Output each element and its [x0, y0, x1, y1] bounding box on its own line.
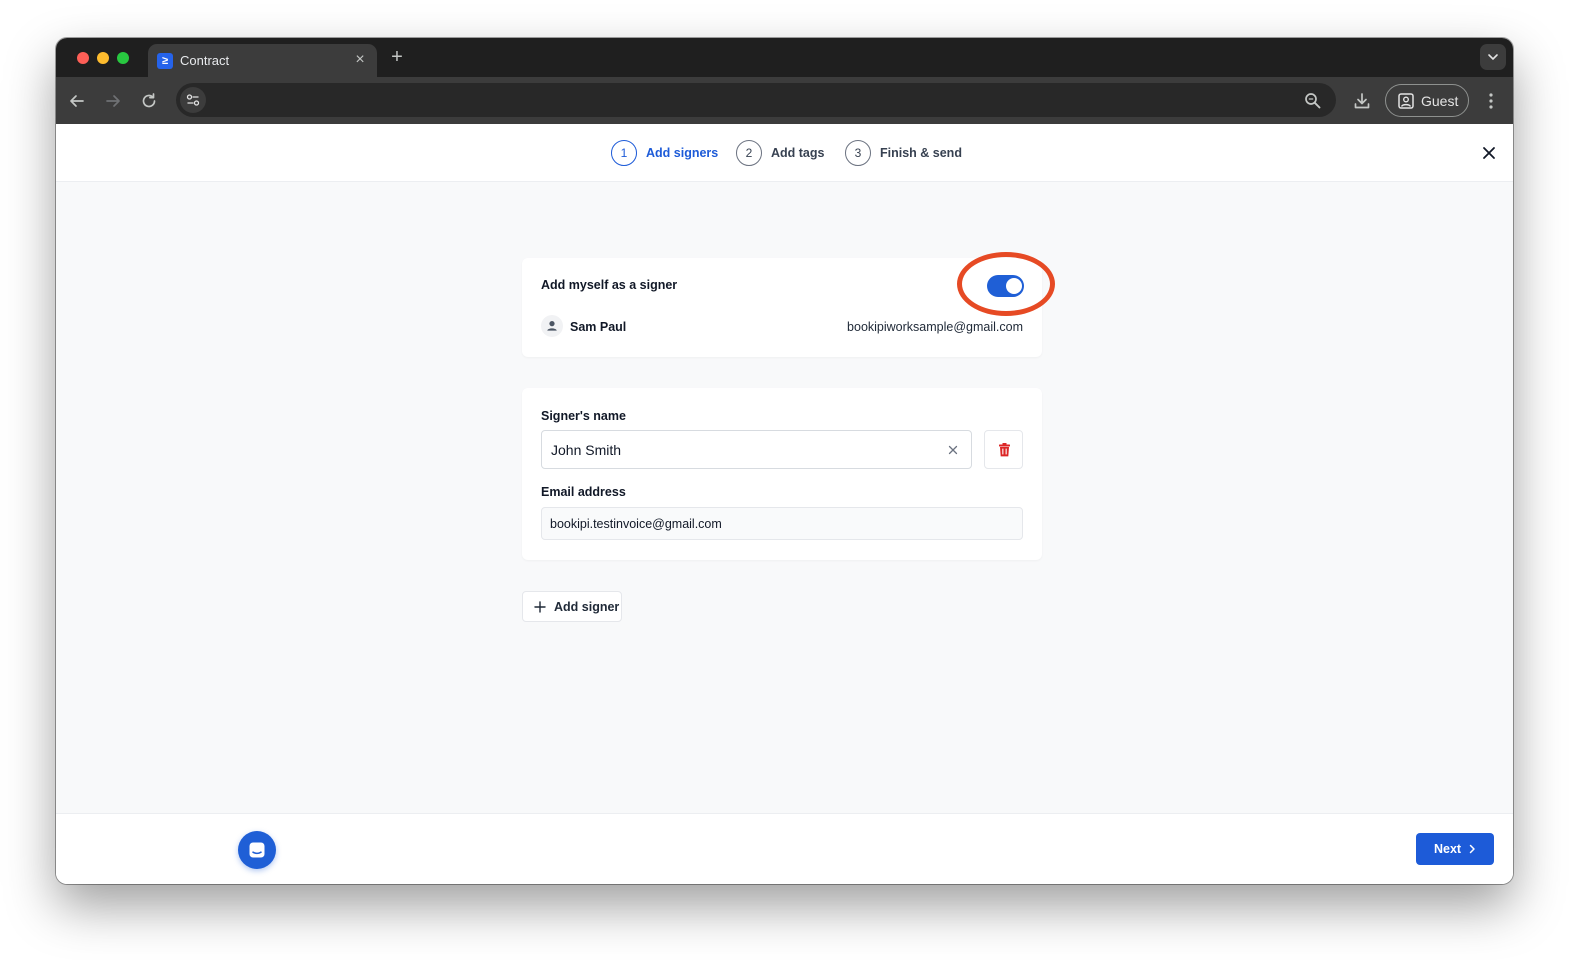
close-window-button[interactable] [77, 52, 89, 64]
browser-tab-contract[interactable]: ≥ Contract × [148, 44, 377, 77]
signer-card: Signer's name John Smith Email address b… [522, 388, 1042, 560]
profile-button[interactable]: Guest [1385, 84, 1469, 117]
tab-search-button[interactable] [1480, 44, 1506, 70]
browser-toolbar: Guest [56, 77, 1513, 124]
step-label: Add tags [771, 146, 825, 160]
signer-name-value: John Smith [551, 442, 622, 458]
close-icon[interactable] [1479, 143, 1499, 163]
add-signer-label: Add signer [554, 600, 620, 614]
download-icon[interactable] [1351, 90, 1373, 112]
self-signer-card: Add myself as a signer Sam Paul bookipiw… [522, 252, 1055, 357]
delete-signer-button[interactable] [984, 430, 1023, 469]
profile-label: Guest [1421, 93, 1459, 109]
signer-name-label: Signer's name [541, 409, 626, 423]
step-number: 2 [736, 140, 762, 166]
chevron-down-icon [1488, 54, 1498, 61]
reload-icon[interactable] [138, 90, 160, 112]
chevron-right-icon [1469, 844, 1475, 854]
signer-name-input[interactable]: John Smith [541, 430, 972, 469]
next-button[interactable]: Next [1416, 833, 1494, 865]
email-address-label: Email address [541, 485, 626, 499]
email-address-value: bookipi.testinvoice@gmail.com [550, 517, 722, 531]
plus-icon [534, 601, 546, 613]
add-signer-button[interactable]: Add signer [522, 591, 622, 622]
address-bar[interactable] [176, 83, 1336, 117]
site-settings-button[interactable] [180, 87, 206, 113]
self-signer-title: Add myself as a signer [541, 278, 678, 292]
chat-icon [249, 842, 265, 858]
bookipi-favicon-icon: ≥ [157, 53, 173, 69]
zoom-icon[interactable] [1302, 90, 1324, 112]
chat-launcher-button[interactable] [238, 831, 276, 869]
new-tab-button[interactable]: + [387, 46, 407, 68]
tab-title: Contract [180, 53, 230, 68]
close-tab-icon[interactable]: × [350, 50, 370, 70]
back-arrow-icon[interactable] [66, 90, 88, 112]
highlight-annotation-circle [957, 252, 1055, 316]
footer-bar: Next [56, 813, 1513, 884]
email-address-input[interactable]: bookipi.testinvoice@gmail.com [541, 507, 1023, 540]
user-icon [547, 321, 557, 331]
self-signer-email: bookipiworksample@gmail.com [847, 320, 1023, 334]
tab-strip: ≥ Contract × + [56, 38, 1513, 77]
maximize-window-button[interactable] [117, 52, 129, 64]
profile-icon [1398, 93, 1414, 109]
kebab-menu-icon[interactable] [1480, 90, 1502, 112]
page-content: 1 Add signers 2 Add tags 3 Finish & send… [56, 124, 1513, 884]
clear-icon[interactable] [947, 444, 959, 456]
self-signer-name: Sam Paul [570, 320, 627, 334]
step-number: 3 [845, 140, 871, 166]
browser-window: ≥ Contract × + Guest 1 Add signers 2 Add… [56, 38, 1513, 884]
step-number: 1 [611, 140, 637, 166]
trash-icon [999, 443, 1010, 457]
tune-icon [186, 94, 200, 106]
minimize-window-button[interactable] [97, 52, 109, 64]
step-label: Finish & send [880, 146, 962, 160]
step-label: Add signers [646, 146, 719, 160]
avatar [541, 315, 563, 337]
forward-arrow-icon[interactable] [102, 90, 124, 112]
next-label: Next [1434, 842, 1462, 856]
wizard-stepper: 1 Add signers 2 Add tags 3 Finish & send [56, 124, 1513, 182]
